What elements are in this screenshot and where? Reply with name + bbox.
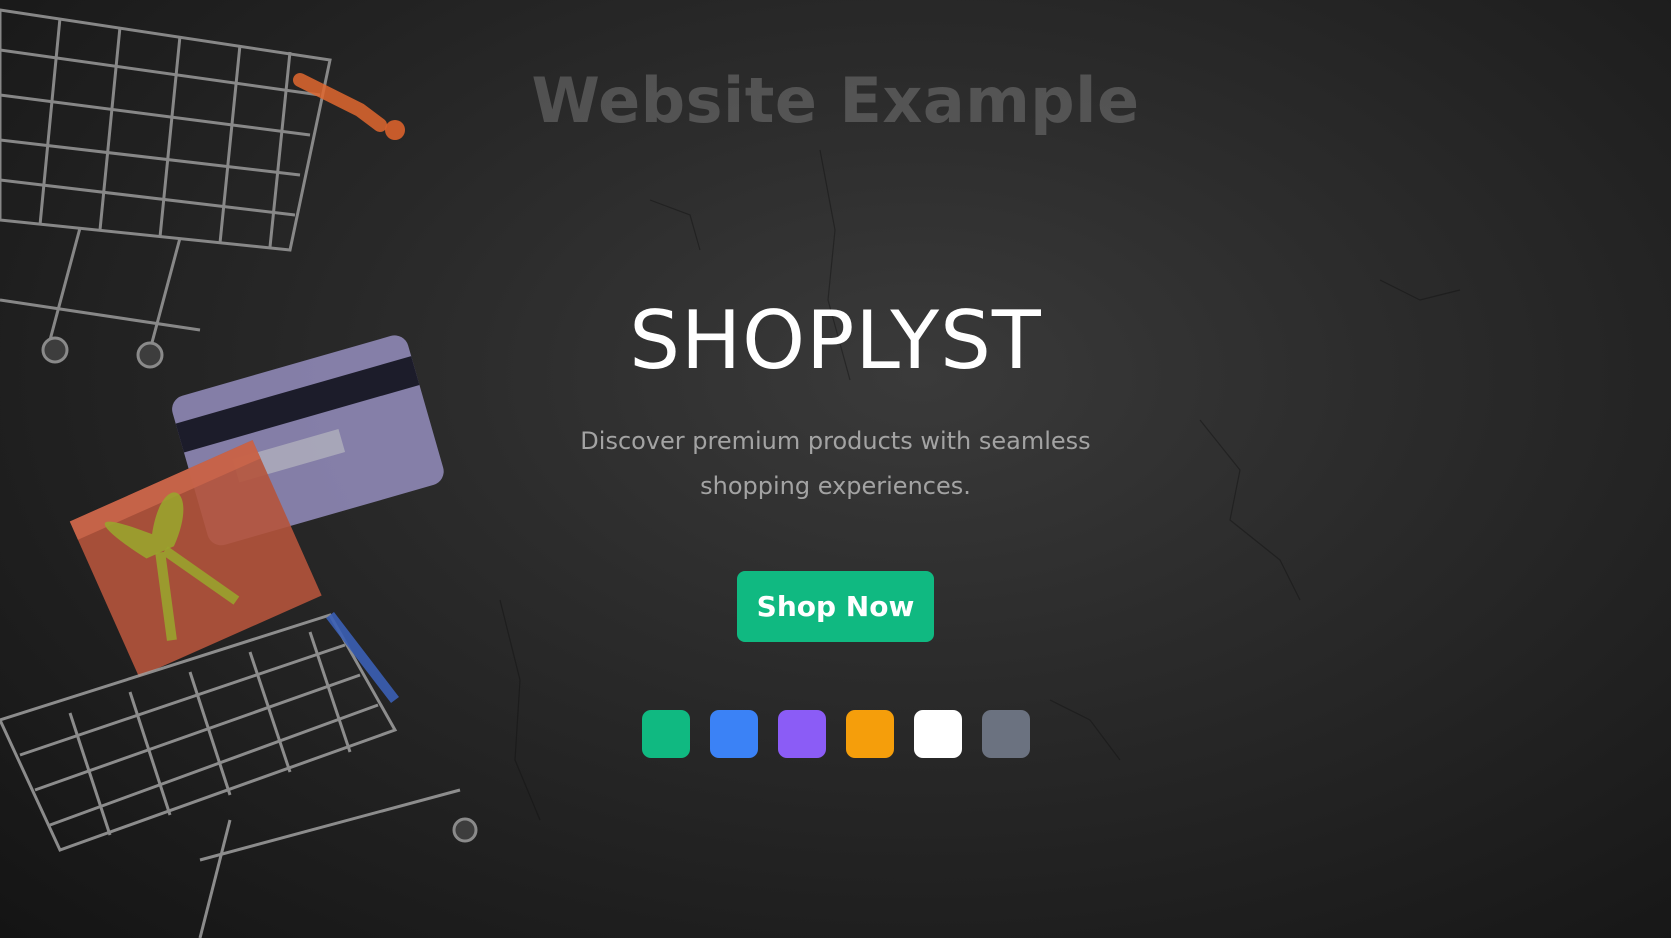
shop-now-button[interactable]: Shop Now [737,571,934,642]
color-swatch-white[interactable] [913,710,962,758]
color-swatch-blue[interactable] [709,710,758,758]
color-swatch-orange[interactable] [845,710,894,758]
color-swatches [641,710,1030,758]
site-label: Website Example [531,64,1140,137]
color-swatch-gray[interactable] [981,710,1030,758]
color-swatch-green[interactable] [641,710,690,758]
hero-tagline: Discover premium products with seamless … [580,427,1091,500]
hero-section: Website Example SHOPLYST Discover premiu… [0,0,1671,938]
brand-title: SHOPLYST [629,294,1042,387]
color-swatch-purple[interactable] [777,710,826,758]
hero-content: SHOPLYST Discover premium products with … [0,285,1671,758]
